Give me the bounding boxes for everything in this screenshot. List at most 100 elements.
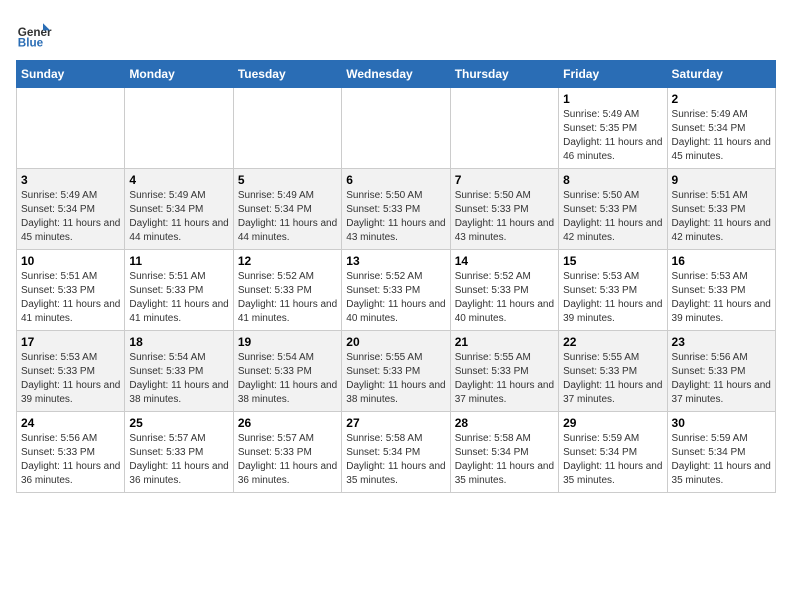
day-number: 22	[563, 335, 662, 349]
calendar-cell: 26 Sunrise: 5:57 AM Sunset: 5:33 PM Dayli…	[233, 412, 341, 493]
day-info: Sunrise: 5:49 AM Sunset: 5:34 PM Dayligh…	[672, 108, 771, 164]
calendar-cell: 1 Sunrise: 5:49 AM Sunset: 5:35 PM Daylig…	[559, 88, 667, 169]
day-info: Sunrise: 5:50 AM Sunset: 5:33 PM Dayligh…	[346, 189, 445, 245]
calendar-cell: 17 Sunrise: 5:53 AM Sunset: 5:33 PM Dayli…	[17, 331, 125, 412]
day-number: 2	[672, 92, 771, 106]
day-info: Sunrise: 5:54 AM Sunset: 5:33 PM Dayligh…	[238, 351, 337, 407]
calendar-cell: 19 Sunrise: 5:54 AM Sunset: 5:33 PM Dayli…	[233, 331, 341, 412]
day-number: 19	[238, 335, 337, 349]
day-info: Sunrise: 5:52 AM Sunset: 5:33 PM Dayligh…	[455, 270, 554, 326]
calendar-cell: 10 Sunrise: 5:51 AM Sunset: 5:33 PM Dayli…	[17, 250, 125, 331]
day-number: 24	[21, 416, 120, 430]
day-of-week-header: Monday	[125, 61, 233, 88]
day-number: 26	[238, 416, 337, 430]
day-number: 23	[672, 335, 771, 349]
day-number: 25	[129, 416, 228, 430]
calendar-cell: 7 Sunrise: 5:50 AM Sunset: 5:33 PM Daylig…	[450, 169, 558, 250]
calendar-cell: 27 Sunrise: 5:58 AM Sunset: 5:34 PM Dayli…	[342, 412, 450, 493]
day-info: Sunrise: 5:53 AM Sunset: 5:33 PM Dayligh…	[563, 270, 662, 326]
calendar-cell: 12 Sunrise: 5:52 AM Sunset: 5:33 PM Dayli…	[233, 250, 341, 331]
day-info: Sunrise: 5:55 AM Sunset: 5:33 PM Dayligh…	[563, 351, 662, 407]
logo-icon: General Blue	[16, 16, 52, 52]
day-of-week-header: Friday	[559, 61, 667, 88]
calendar-cell: 3Sunrise: 5:49 AM Sunset: 5:34 PM Daylig…	[17, 169, 125, 250]
day-number: 9	[672, 173, 771, 187]
day-number: 10	[21, 254, 120, 268]
calendar-cell: 18 Sunrise: 5:54 AM Sunset: 5:33 PM Dayli…	[125, 331, 233, 412]
day-number: 15	[563, 254, 662, 268]
day-info: Sunrise: 5:57 AM Sunset: 5:33 PM Dayligh…	[238, 432, 337, 488]
calendar-cell: 8Sunrise: 5:50 AM Sunset: 5:33 PM Daylig…	[559, 169, 667, 250]
day-info: Sunrise: 5:49 AM Sunset: 5:35 PM Dayligh…	[563, 108, 662, 164]
calendar-cell: 6 Sunrise: 5:50 AM Sunset: 5:33 PM Daylig…	[342, 169, 450, 250]
day-number: 29	[563, 416, 662, 430]
logo: General Blue	[16, 16, 56, 52]
day-number: 17	[21, 335, 120, 349]
day-info: Sunrise: 5:51 AM Sunset: 5:33 PM Dayligh…	[21, 270, 120, 326]
day-info: Sunrise: 5:58 AM Sunset: 5:34 PM Dayligh…	[455, 432, 554, 488]
day-info: Sunrise: 5:58 AM Sunset: 5:34 PM Dayligh…	[346, 432, 445, 488]
day-number: 5	[238, 173, 337, 187]
calendar-cell: 30 Sunrise: 5:59 AM Sunset: 5:34 PM Dayli…	[667, 412, 775, 493]
calendar-cell: 21 Sunrise: 5:55 AM Sunset: 5:33 PM Dayli…	[450, 331, 558, 412]
calendar-cell: 20 Sunrise: 5:55 AM Sunset: 5:33 PM Dayli…	[342, 331, 450, 412]
day-of-week-header: Wednesday	[342, 61, 450, 88]
day-info: Sunrise: 5:49 AM Sunset: 5:34 PM Dayligh…	[238, 189, 337, 245]
svg-text:Blue: Blue	[18, 37, 44, 50]
calendar-cell: 16 Sunrise: 5:53 AM Sunset: 5:33 PM Dayli…	[667, 250, 775, 331]
day-number: 1	[563, 92, 662, 106]
calendar-cell	[125, 88, 233, 169]
calendar-cell: 24 Sunrise: 5:56 AM Sunset: 5:33 PM Dayli…	[17, 412, 125, 493]
day-number: 14	[455, 254, 554, 268]
day-info: Sunrise: 5:52 AM Sunset: 5:33 PM Dayligh…	[238, 270, 337, 326]
day-info: Sunrise: 5:50 AM Sunset: 5:33 PM Dayligh…	[455, 189, 554, 245]
day-number: 16	[672, 254, 771, 268]
day-info: Sunrise: 5:53 AM Sunset: 5:33 PM Dayligh…	[21, 351, 120, 407]
day-info: Sunrise: 5:56 AM Sunset: 5:33 PM Dayligh…	[21, 432, 120, 488]
calendar-cell: 28 Sunrise: 5:58 AM Sunset: 5:34 PM Dayli…	[450, 412, 558, 493]
day-info: Sunrise: 5:55 AM Sunset: 5:33 PM Dayligh…	[346, 351, 445, 407]
day-info: Sunrise: 5:55 AM Sunset: 5:33 PM Dayligh…	[455, 351, 554, 407]
day-number: 18	[129, 335, 228, 349]
day-of-week-header: Sunday	[17, 61, 125, 88]
day-number: 7	[455, 173, 554, 187]
day-info: Sunrise: 5:59 AM Sunset: 5:34 PM Dayligh…	[672, 432, 771, 488]
day-number: 12	[238, 254, 337, 268]
calendar-cell: 23 Sunrise: 5:56 AM Sunset: 5:33 PM Dayli…	[667, 331, 775, 412]
day-info: Sunrise: 5:56 AM Sunset: 5:33 PM Dayligh…	[672, 351, 771, 407]
day-number: 27	[346, 416, 445, 430]
calendar-cell: 15 Sunrise: 5:53 AM Sunset: 5:33 PM Dayli…	[559, 250, 667, 331]
day-info: Sunrise: 5:52 AM Sunset: 5:33 PM Dayligh…	[346, 270, 445, 326]
day-info: Sunrise: 5:51 AM Sunset: 5:33 PM Dayligh…	[672, 189, 771, 245]
calendar-cell: 2 Sunrise: 5:49 AM Sunset: 5:34 PM Daylig…	[667, 88, 775, 169]
day-number: 11	[129, 254, 228, 268]
calendar-cell: 22 Sunrise: 5:55 AM Sunset: 5:33 PM Dayli…	[559, 331, 667, 412]
day-number: 21	[455, 335, 554, 349]
day-number: 30	[672, 416, 771, 430]
day-number: 3	[21, 173, 120, 187]
day-of-week-header: Saturday	[667, 61, 775, 88]
day-info: Sunrise: 5:50 AM Sunset: 5:33 PM Dayligh…	[563, 189, 662, 245]
calendar-cell	[233, 88, 341, 169]
calendar-cell	[342, 88, 450, 169]
day-info: Sunrise: 5:49 AM Sunset: 5:34 PM Dayligh…	[129, 189, 228, 245]
page-header: General Blue	[16, 16, 776, 52]
calendar-cell: 4 Sunrise: 5:49 AM Sunset: 5:34 PM Daylig…	[125, 169, 233, 250]
calendar-cell: 13 Sunrise: 5:52 AM Sunset: 5:33 PM Dayli…	[342, 250, 450, 331]
day-info: Sunrise: 5:53 AM Sunset: 5:33 PM Dayligh…	[672, 270, 771, 326]
day-info: Sunrise: 5:59 AM Sunset: 5:34 PM Dayligh…	[563, 432, 662, 488]
calendar-cell: 25 Sunrise: 5:57 AM Sunset: 5:33 PM Dayli…	[125, 412, 233, 493]
calendar-cell: 9 Sunrise: 5:51 AM Sunset: 5:33 PM Daylig…	[667, 169, 775, 250]
calendar-cell: 5 Sunrise: 5:49 AM Sunset: 5:34 PM Daylig…	[233, 169, 341, 250]
day-number: 20	[346, 335, 445, 349]
day-info: Sunrise: 5:57 AM Sunset: 5:33 PM Dayligh…	[129, 432, 228, 488]
calendar-cell: 11Sunrise: 5:51 AM Sunset: 5:33 PM Dayli…	[125, 250, 233, 331]
day-of-week-header: Thursday	[450, 61, 558, 88]
day-number: 13	[346, 254, 445, 268]
day-number: 4	[129, 173, 228, 187]
day-info: Sunrise: 5:54 AM Sunset: 5:33 PM Dayligh…	[129, 351, 228, 407]
day-of-week-header: Tuesday	[233, 61, 341, 88]
day-number: 28	[455, 416, 554, 430]
calendar-cell	[17, 88, 125, 169]
day-number: 6	[346, 173, 445, 187]
